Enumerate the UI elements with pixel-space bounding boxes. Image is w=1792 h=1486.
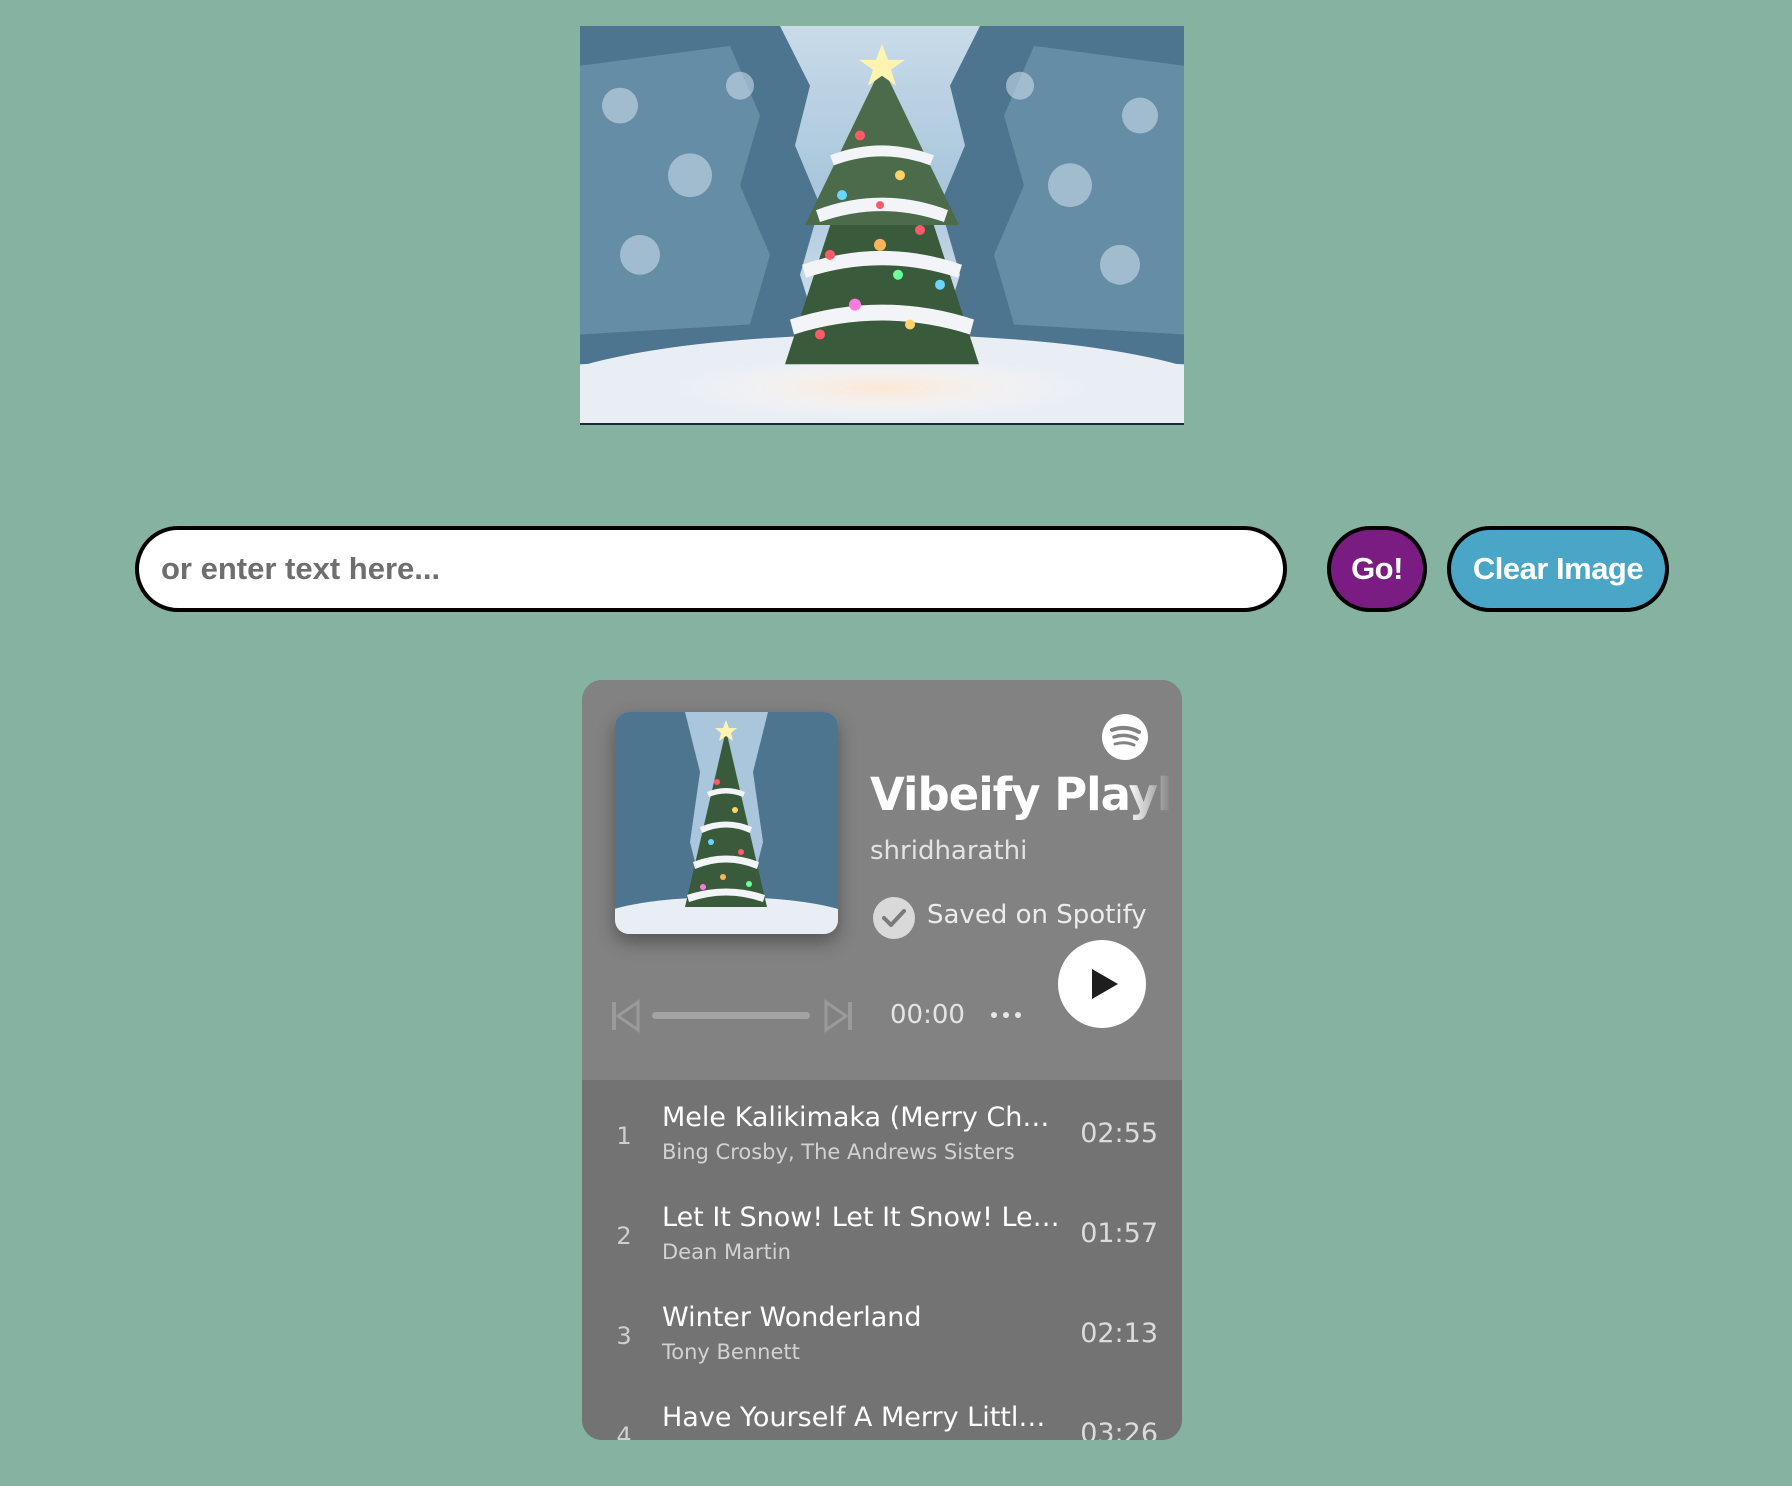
track-duration: 01:57 [1080,1218,1158,1249]
track-number: 4 [616,1422,632,1440]
track-title[interactable]: Let It Snow! Let It Snow! Let It Snow! [662,1202,1060,1233]
track-duration: 02:13 [1080,1318,1158,1349]
track-number: 3 [616,1322,632,1350]
track-number: 2 [616,1222,632,1250]
track-duration: 03:26 [1080,1418,1158,1440]
spotify-playlist-embed: Vibeify Playlist shridharathi Saved on S… [582,680,1182,1440]
more-options-icon[interactable] [986,1000,1026,1030]
track-duration: 02:55 [1080,1118,1158,1149]
play-button[interactable] [1058,940,1146,1028]
track-number: 1 [616,1122,632,1150]
spotify-logo-icon[interactable] [1102,714,1148,760]
track-artist[interactable]: Tony Bennett [662,1340,800,1364]
track-artist[interactable]: Bing Crosby, The Andrews Sisters [662,1140,1015,1164]
playlist-cover-image[interactable] [615,712,838,934]
text-prompt-input[interactable] [135,526,1287,612]
track-row[interactable]: 2 Let It Snow! Let It Snow! Let It Snow!… [582,1180,1182,1280]
progress-bar[interactable] [652,1012,810,1019]
track-row[interactable]: 3 Winter Wonderland Tony Bennett 02:13 [582,1280,1182,1380]
check-icon[interactable] [872,896,916,940]
track-row[interactable]: 4 Have Yourself A Merry Little Christmas… [582,1380,1182,1440]
track-row[interactable]: 1 Mele Kalikimaka (Merry Christmas) Bing… [582,1080,1182,1180]
play-icon [1092,969,1118,999]
skip-back-icon[interactable] [610,998,642,1034]
go-button[interactable]: Go! [1327,526,1427,612]
saved-on-spotify-label: Saved on Spotify [927,900,1147,930]
clear-image-button[interactable]: Clear Image [1447,526,1669,612]
track-title[interactable]: Mele Kalikimaka (Merry Christmas) [662,1102,1060,1133]
playlist-title[interactable]: Vibeify Playlist [870,768,1172,821]
embed-header: Vibeify Playlist shridharathi Saved on S… [582,680,1182,1080]
skip-forward-icon[interactable] [822,998,854,1034]
playback-time: 00:00 [890,1000,965,1030]
christmas-tree-image [580,26,1184,425]
track-list: 1 Mele Kalikimaka (Merry Christmas) Bing… [582,1080,1182,1440]
track-title[interactable]: Have Yourself A Merry Little Christmas [662,1402,1060,1433]
track-artist[interactable]: Dean Martin [662,1240,791,1264]
playlist-owner[interactable]: shridharathi [870,836,1027,866]
track-title[interactable]: Winter Wonderland [662,1302,1060,1333]
